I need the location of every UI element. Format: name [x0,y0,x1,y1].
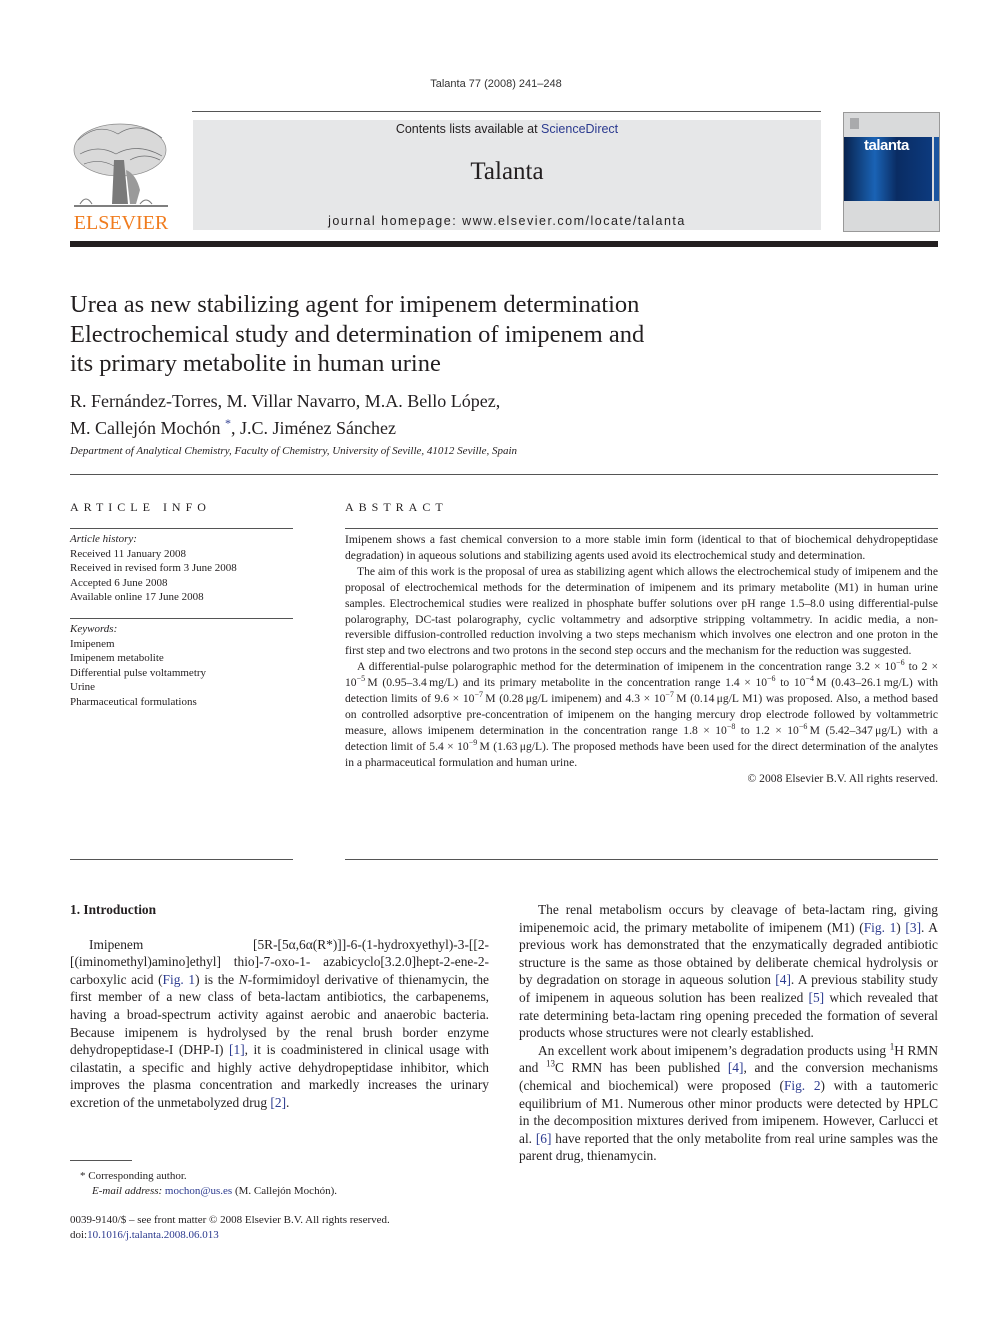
cover-publisher-mark [850,118,859,129]
section-heading: 1. Introduction [70,902,157,917]
body-paragraph: Imipenem [5R-[5α,6α(R*)]]-6-(1-hydroxyet… [70,936,489,1110]
affiliation: Department of Analytical Chemistry, Facu… [70,445,518,457]
citation-link[interactable]: [3] [905,920,921,935]
citation-link[interactable]: [1] [229,1042,245,1057]
front-matter-line: 0039-9140/$ – see front matter © 2008 El… [70,1214,390,1226]
keyword: Urine [70,681,96,693]
contents-prefix: Contents lists available at [395,122,542,136]
article-history: Article history: Received 11 January 200… [70,532,295,605]
citation-link[interactable]: [4] [775,972,791,987]
doi-link[interactable]: 10.1016/j.talanta.2008.06.013 [87,1229,219,1241]
figure-link[interactable]: Fig. 1 [163,972,196,987]
front-matter: 0039-9140/$ – see front matter © 2008 El… [70,1213,490,1242]
keyword: Differential pulse voltammetry [70,666,207,679]
sciencedirect-link[interactable]: ScienceDirect [541,122,618,136]
author-corresponding: M. Callejón Mochón [70,418,221,438]
citation-link[interactable]: [6] [536,1131,552,1146]
cover-title: talanta [864,137,909,154]
citation-link[interactable]: [5] [809,990,825,1005]
email-label: E-mail address: [92,1184,163,1197]
cover-image-strip [934,137,939,201]
affiliation-rule [70,474,938,475]
header-rule [192,111,821,112]
divider [70,859,293,860]
title-line: Urea as new stabilizing agent for imipen… [70,291,640,318]
keyword: Imipenem [70,637,115,650]
keyword: Pharmaceutical formulations [70,695,197,708]
article-title: Urea as new stabilizing agent for imipen… [70,290,790,379]
body-column-left: 1. Introduction Imipenem [5R-[5α,6α(R*)]… [70,901,489,1112]
history-item: Received in revised form 3 June 2008 [70,562,237,574]
header-thick-rule [70,241,938,247]
abstract-copyright: © 2008 Elsevier B.V. All rights reserved… [747,771,938,785]
keywords-heading: Keywords: [70,623,118,635]
body-column-right: The renal metabolism occurs by cleavage … [519,901,938,1165]
author-list: R. Fernández-Torres, M. Villar Navarro, … [70,390,790,439]
citation-link[interactable]: [2] [270,1095,286,1110]
contents-line: Contents lists available at ScienceDirec… [193,122,821,136]
doi-line: doi:10.1016/j.talanta.2008.06.013 [70,1228,219,1241]
history-item: Accepted 6 June 2008 [70,576,168,589]
history-item: Received 11 January 2008 [70,547,186,560]
footnote: * Corresponding author. E-mail address: … [70,1169,490,1198]
history-item: Available online 17 June 2008 [70,591,204,603]
author-remaining: , J.C. Jiménez Sánchez [231,418,396,438]
divider [70,528,293,529]
running-head: Talanta 77 (2008) 241–248 [430,78,562,90]
abstract-heading: ABSTRACT [345,500,448,514]
footnote-rule [70,1160,132,1161]
homepage-url[interactable]: www.elsevier.com/locate/talanta [462,214,686,228]
abstract-paragraph: Imipenem shows a fast chemical conversio… [345,533,938,562]
abstract-paragraph: A differential-pulse polarographic metho… [345,658,939,769]
homepage-prefix: journal homepage: [328,214,463,228]
authors-line: R. Fernández-Torres, M. Villar Navarro, … [70,391,501,411]
abstract-body: Imipenem shows a fast chemical conversio… [345,532,938,787]
figure-link[interactable]: Fig. 2 [784,1078,821,1093]
abstract-paragraph: The aim of this work is the proposal of … [345,564,938,658]
divider [70,618,293,619]
history-heading: Article history: [70,533,137,545]
article-info-heading: ARTICLE INFO [70,500,211,514]
citation-link[interactable]: [4] [728,1060,744,1075]
journal-name: Talanta [470,158,544,185]
divider [345,528,938,529]
figure-link[interactable]: Fig. 1 [864,920,897,935]
keyword: Imipenem metabolite [70,652,164,664]
tree-icon [73,123,168,207]
journal-cover: talanta [843,112,940,232]
body-paragraph: An excellent work about imipenem’s degra… [519,1041,938,1164]
email-note: E-mail address: mochon@us.es (M. Callejó… [92,1184,337,1197]
body-paragraph: The renal metabolism occurs by cleavage … [519,902,938,1041]
title-line: its primary metabolite in human urine [70,350,441,377]
title-line: Electrochemical study and determination … [70,320,645,348]
elsevier-wordmark: ELSEVIER [73,212,169,234]
authors-line: M. Callejón Mochón *, J.C. Jiménez Sánch… [70,412,790,439]
journal-homepage: journal homepage: www.elsevier.com/locat… [193,214,821,228]
keywords: Keywords: Imipenem Imipenem metabolite D… [70,622,295,709]
email-link[interactable]: mochon@us.es [165,1185,232,1197]
corresponding-note: * Corresponding author. [80,1170,187,1182]
divider [345,859,938,860]
